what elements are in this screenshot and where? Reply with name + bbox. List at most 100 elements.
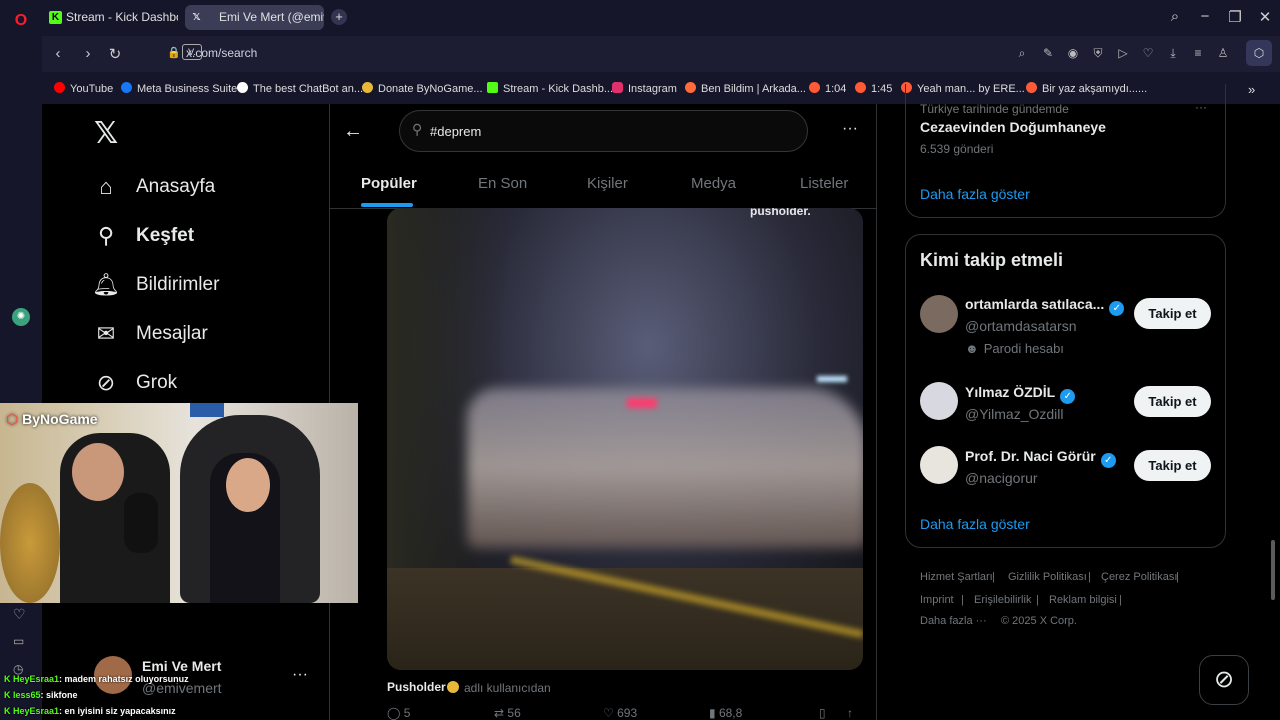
tab-people[interactable]: Kişiler: [587, 175, 628, 192]
follow-name[interactable]: ortamlarda satılaca... ✓: [965, 296, 1125, 316]
heart-icon[interactable]: ♡: [13, 606, 26, 623]
play-icon[interactable]: ▷: [1115, 46, 1131, 60]
camera-icon[interactable]: ◉: [1065, 46, 1081, 60]
tab-media[interactable]: Medya: [691, 175, 736, 192]
face-right: [226, 458, 270, 512]
grok-icon: ⊘: [1213, 666, 1235, 693]
maximize-button[interactable]: ❐: [1224, 8, 1246, 26]
bookmarks-overflow-icon[interactable]: »: [1248, 82, 1255, 97]
follow-name[interactable]: Yılmaz ÖZDİL ✓: [965, 384, 1076, 404]
search-tabs-icon[interactable]: ⌕: [1164, 8, 1186, 25]
nav-notifications[interactable]: 🔔︎ Bildirimler: [92, 272, 219, 298]
edit-icon[interactable]: ✎: [1040, 46, 1056, 60]
news-icon[interactable]: ▭: [13, 634, 24, 648]
avatar[interactable]: [920, 446, 958, 484]
views-button[interactable]: ▮ 68,8: [709, 706, 742, 720]
nav-explore[interactable]: ⚲ Keşfet: [92, 223, 194, 249]
bookmark-icon[interactable]: ▯: [819, 706, 826, 720]
reply-button[interactable]: ◯ 5: [387, 706, 410, 720]
video-watermark: pusholder.: [750, 208, 811, 218]
follow-button[interactable]: Takip et: [1134, 298, 1211, 329]
bookmark-donate[interactable]: Donate ByNoGame...: [362, 82, 483, 95]
nav-messages[interactable]: ✉ Mesajlar: [92, 321, 208, 347]
bookmark-1-45[interactable]: 1:45: [855, 82, 892, 95]
profile-icon[interactable]: ♙: [1215, 46, 1231, 60]
footer-separator: |: [961, 594, 964, 606]
share-icon[interactable]: ↑: [847, 706, 853, 720]
search-icon: ⚲: [412, 121, 423, 137]
footer-link[interactable]: Gizlilik Politikası: [1008, 571, 1087, 583]
trend-show-more-link[interactable]: Daha fazla göster: [920, 186, 1030, 202]
minimize-button[interactable]: −: [1194, 8, 1216, 25]
footer-separator: |: [992, 571, 995, 583]
post-author[interactable]: Pusholder: [387, 680, 459, 694]
bookmark-youtube[interactable]: YouTube: [54, 82, 113, 95]
search-icon: ⚲: [97, 223, 115, 248]
bookmark-meta[interactable]: Meta Business Suite: [121, 82, 237, 95]
bookmark-ben-bildim[interactable]: Ben Bildim | Arkada...: [685, 82, 806, 95]
bookmark-kick[interactable]: Stream - Kick Dashb...: [487, 82, 613, 95]
footer-separator: |: [1036, 594, 1039, 606]
search-page-icon[interactable]: ⌕: [1014, 46, 1030, 61]
opera-logo-icon[interactable]: O: [8, 8, 34, 34]
x-icon: 𝕏: [192, 12, 201, 23]
nav-grok[interactable]: ⊘ Grok: [92, 370, 177, 396]
tab-lists[interactable]: Listeler: [800, 175, 848, 192]
forward-icon[interactable]: ›: [78, 45, 98, 62]
views-icon: ▮: [709, 706, 716, 720]
new-tab-button[interactable]: +: [331, 9, 347, 25]
x-logo-icon[interactable]: 𝕏: [94, 116, 118, 151]
url-field[interactable]: x.com/search: [186, 46, 257, 60]
bookmark-instagram[interactable]: Instagram: [612, 82, 677, 95]
footer-separator: |: [1088, 571, 1091, 583]
follow-button[interactable]: Takip et: [1134, 450, 1211, 481]
footer-link[interactable]: Reklam bilgisi: [1049, 594, 1117, 606]
repost-button[interactable]: ⇄ 56: [494, 706, 521, 720]
browser-tab-bar: O K Stream - Kick Dashboard 𝕏 Emi Ve Mer…: [0, 0, 1280, 36]
menu-icon[interactable]: ≡: [1190, 46, 1206, 60]
avatar[interactable]: [920, 295, 958, 333]
chat-message: K HeyEsraa1: en iyisini siz yapacaksınız: [4, 706, 176, 716]
follow-show-more-link[interactable]: Daha fazla göster: [920, 516, 1030, 532]
footer-link[interactable]: Erişilebilirlik: [974, 594, 1031, 606]
footer-link[interactable]: Hizmet Şartları: [920, 571, 993, 583]
grok-floating-button[interactable]: ⊘: [1199, 655, 1249, 705]
search-input[interactable]: ⚲ #deprem: [399, 110, 808, 152]
like-button[interactable]: ♡ 693: [603, 706, 637, 720]
follow-name[interactable]: Prof. Dr. Naci Görür ✓: [965, 448, 1116, 468]
post-video[interactable]: pusholder.: [387, 208, 863, 670]
home-icon: ⌂: [99, 174, 113, 199]
bookmark-chatbot[interactable]: The best ChatBot an...: [237, 82, 363, 95]
close-window-button[interactable]: ✕: [1254, 8, 1276, 26]
footer-link[interactable]: Imprint: [920, 594, 954, 606]
extensions-icon[interactable]: ⬡: [1246, 40, 1272, 66]
bynogame-icon: [362, 82, 373, 93]
chair-shape: [0, 483, 60, 603]
back-arrow-icon[interactable]: ←: [343, 120, 363, 143]
reload-icon[interactable]: ↻: [105, 45, 125, 63]
chat-message: K HeyEsraa1: madem rahatsız oluyorsunuz: [4, 674, 189, 684]
footer-link[interactable]: Çerez Politikası: [1101, 571, 1177, 583]
back-icon[interactable]: ‹: [48, 45, 68, 62]
scrollbar-thumb[interactable]: [1271, 540, 1275, 600]
footer-more-link[interactable]: Daha fazla ···: [920, 615, 987, 627]
verified-icon: ✓: [1100, 453, 1116, 468]
trend-title[interactable]: Cezaevinden Doğumhaneye: [920, 119, 1106, 135]
chatgpt-icon[interactable]: ✺: [12, 308, 30, 326]
tab-label: Stream - Kick Dashboard: [66, 10, 178, 24]
tab-popular[interactable]: Popüler: [361, 175, 417, 192]
tab-kick-dashboard[interactable]: K Stream - Kick Dashboard: [44, 5, 178, 30]
trend-more-icon[interactable]: ···: [1195, 100, 1207, 114]
tab-latest[interactable]: En Son: [478, 175, 527, 192]
microphone: [124, 493, 158, 553]
nav-home[interactable]: ⌂ Anasayfa: [92, 174, 215, 200]
heart-icon[interactable]: ♡: [1140, 46, 1156, 60]
shield-icon[interactable]: ⛨: [1090, 46, 1106, 61]
follow-button[interactable]: Takip et: [1134, 386, 1211, 417]
account-more-icon[interactable]: ···: [292, 666, 308, 684]
download-icon[interactable]: ⤓: [1165, 46, 1181, 61]
more-options-icon[interactable]: ···: [842, 120, 858, 138]
tab-x-emivemert[interactable]: 𝕏 Emi Ve Mert (@emiver: [185, 5, 324, 30]
avatar[interactable]: [920, 382, 958, 420]
bookmark-1-04[interactable]: 1:04: [809, 82, 846, 95]
